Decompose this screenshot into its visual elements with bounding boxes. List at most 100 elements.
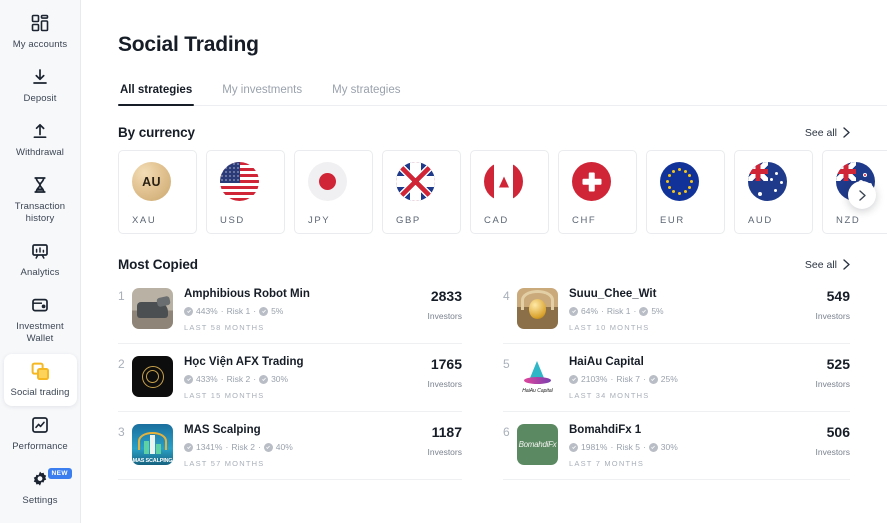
sidebar-item-analytics[interactable]: Analytics [4,234,77,286]
fee-icon [264,443,273,452]
strategy-row[interactable]: 1Amphibious Robot Min443%·Risk 1·5%LAST … [118,276,462,344]
currency-carousel: AUXAU USD JPY GBP CADCHFEURAUD NZD [118,150,887,234]
main-content: Social Trading All strategies My investme… [81,0,887,523]
strategy-stats: 1981%·Risk 5·30% [569,442,808,452]
strategy-fee: 5% [271,306,283,316]
sidebar-item-label: Analytics [21,267,60,279]
gain-icon [569,443,578,452]
tab-my-investments[interactable]: My investments [220,84,304,105]
sidebar-item-label: Deposit [24,93,57,105]
strategy-gain: 433% [196,374,218,384]
sidebar-new-badge: NEW [48,468,72,479]
by-currency-see-all-link[interactable]: See all [805,127,850,139]
stat-separator: · [258,442,261,452]
download-icon [29,66,51,88]
strategy-period: LAST 57 MONTHS [184,459,420,468]
currency-card-aud[interactable]: AUD [734,150,813,234]
strategy-row[interactable]: 4Suuu_Chee_Wit64%·Risk 1·5%LAST 10 MONTH… [503,276,850,344]
flag-icon-usd [220,162,259,201]
strategy-gain: 443% [196,306,218,316]
currency-card-eur[interactable]: EUR [646,150,725,234]
gain-icon [569,307,578,316]
currency-code: USD [220,215,284,226]
strategy-investors-label: Investors [816,379,851,389]
strategy-stats: 64%·Risk 1·5% [569,306,808,316]
sidebar: My accounts Deposit Withdrawal Transaction … [0,0,81,523]
see-all-label: See all [805,127,837,139]
sidebar-item-label: Transaction history [6,201,75,225]
flag-icon-eur [660,162,699,201]
strategy-rank: 2 [118,356,132,371]
strategy-period: LAST 34 MONTHS [569,391,808,400]
strategy-investors-label: Investors [816,447,851,457]
strategy-name: HaiAu Capital [569,356,808,368]
flag-icon-cad [484,162,523,201]
strategy-gain: 1341% [196,442,222,452]
upload-icon [29,120,51,142]
flag-icon-gbp [396,162,435,201]
chevron-right-icon [843,259,850,270]
strategy-stats: 1341%·Risk 2·40% [184,442,420,452]
strategy-info: BomahdiFx 11981%·Risk 5·30%LAST 7 MONTHS [569,424,808,468]
sidebar-item-label: Settings [22,495,57,507]
strategy-rank: 1 [118,288,132,303]
strategy-risk: Risk 5 [616,442,640,452]
strategy-risk: Risk 2 [227,374,251,384]
stat-separator: · [610,442,613,452]
currency-card-cad[interactable]: CAD [470,150,549,234]
sidebar-item-investment-wallet[interactable]: Investment Wallet [4,288,77,352]
currency-card-xau[interactable]: AUXAU [118,150,197,234]
sidebar-item-social-trading[interactable]: Social trading [4,354,77,406]
strategy-avatar [517,288,558,329]
most-copied-see-all-link[interactable]: See all [805,259,850,271]
currency-card-gbp[interactable]: GBP [382,150,461,234]
strategy-fee: 25% [661,374,678,384]
strategy-stats: 443%·Risk 1·5% [184,306,420,316]
tab-my-strategies[interactable]: My strategies [330,84,402,105]
strategy-gain: 1981% [581,442,607,452]
strategy-rank: 4 [503,288,517,303]
strategy-investor-count: 549 [816,288,851,304]
carousel-next-button[interactable] [848,181,876,209]
stat-separator: · [643,374,646,384]
strategy-stats: 433%·Risk 2·30% [184,374,420,384]
strategy-rank: 6 [503,424,517,439]
sidebar-item-transaction-history[interactable]: Transaction history [4,168,77,232]
page-title: Social Trading [118,33,887,57]
strategy-investor-count: 2833 [428,288,463,304]
sidebar-item-my-accounts[interactable]: My accounts [4,6,77,58]
strategy-investor-count: 1765 [428,356,463,372]
stat-separator: · [643,442,646,452]
strategy-avatar: MAS SCALPING [132,424,173,465]
currency-card-chf[interactable]: CHF [558,150,637,234]
sidebar-item-deposit[interactable]: Deposit [4,60,77,112]
strategy-row[interactable]: 2 Học Viện AFX Trading433%·Risk 2·30%LAST… [118,344,462,412]
strategy-fee: 30% [271,374,288,384]
stat-separator: · [253,306,256,316]
currency-code: NZD [836,215,887,226]
strategy-investor-count: 506 [816,424,851,440]
by-currency-section: By currency See all AUXAUUSDJPYGBPCADCHF… [118,125,887,234]
currency-card-usd[interactable]: USD [206,150,285,234]
strategy-info: Học Viện AFX Trading433%·Risk 2·30%LAST … [184,356,420,400]
currency-card-list: AUXAU USD JPY GBP CADCHFEURAUD NZD [118,150,887,234]
stat-separator: · [610,374,613,384]
sidebar-item-withdrawal[interactable]: Withdrawal [4,114,77,166]
strategy-row[interactable]: 6BomahdiFxBomahdiFx 11981%·Risk 5·30%LAS… [503,412,850,480]
chevron-right-icon [843,127,850,138]
strategy-name: Amphibious Robot Min [184,288,420,300]
sidebar-item-performance[interactable]: Performance [4,408,77,460]
sidebar-item-settings[interactable]: NEW Settings [4,462,77,514]
currency-code: GBP [396,215,460,226]
strategy-fee: 5% [651,306,663,316]
tab-all-strategies[interactable]: All strategies [118,84,194,105]
strategy-name: Suuu_Chee_Wit [569,288,808,300]
app-root: My accounts Deposit Withdrawal Transaction … [0,0,887,523]
most-copied-grid: 1Amphibious Robot Min443%·Risk 1·5%LAST … [118,276,887,480]
gain-icon [569,375,578,384]
strategy-row[interactable]: 3MAS SCALPINGMAS Scalping1341%·Risk 2·40… [118,412,462,480]
strategy-row[interactable]: 5HaiAu CapitalHaiAu Capital2103%·Risk 7·… [503,344,850,412]
wallet-icon [29,294,51,316]
currency-card-jpy[interactable]: JPY [294,150,373,234]
strategy-avatar: HaiAu Capital [517,356,558,397]
